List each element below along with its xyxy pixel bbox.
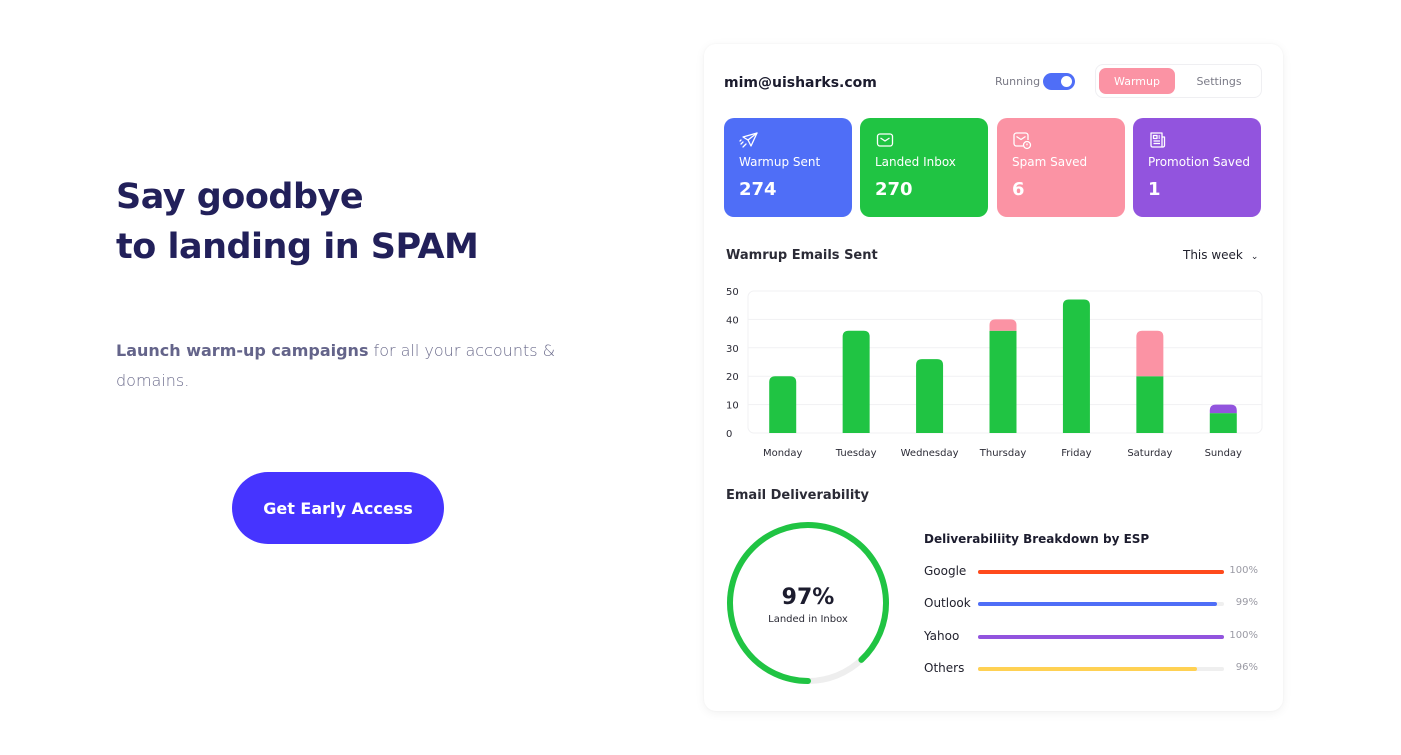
esp-track (978, 602, 1224, 606)
gauge-caption: Landed in Inbox (768, 614, 848, 625)
deliverability-gauge: 97% Landed in Inbox (727, 522, 889, 684)
stat-value: 1 (1148, 179, 1161, 200)
dashboard-card: mim@uisharks.com Running Warmup Settings… (704, 44, 1283, 711)
bar-segment-spam-saved (1136, 330, 1164, 377)
esp-fill-bar (978, 602, 1217, 606)
esp-row-google: Google 100% (924, 564, 1264, 580)
bar-segment-landed-inbox (1209, 413, 1237, 433)
esp-name: Yahoo (924, 629, 960, 643)
hero-subtitle-bold: Launch warm-up campaigns (116, 341, 369, 360)
get-early-access-button[interactable]: Get Early Access (232, 472, 444, 544)
stat-label: Warmup Sent (739, 155, 821, 169)
stat-card-warmup-sent[interactable]: Warmup Sent 274 (724, 118, 852, 217)
running-toggle[interactable] (1043, 73, 1075, 90)
hero-title: Say goodbye to landing in SPAM (116, 172, 479, 272)
stat-label: Landed Inbox (875, 155, 956, 169)
esp-name: Google (924, 564, 967, 578)
x-tick-label: Sunday (1205, 448, 1242, 459)
view-tabs: Warmup Settings (1095, 64, 1262, 98)
y-tick-label: 30 (726, 344, 739, 355)
x-tick-label: Thursday (979, 448, 1027, 459)
y-tick-label: 40 (726, 315, 739, 326)
bar-segment-landed-inbox (989, 330, 1017, 433)
esp-fill-bar (978, 570, 1224, 574)
stat-label: Spam Saved (1012, 155, 1088, 169)
bar-chart: 0 10 20 30 40 50 Monday Tuesday Wednesday Thursda… (726, 287, 1263, 459)
tab-warmup[interactable]: Warmup (1099, 68, 1175, 94)
paper-plane-icon (739, 132, 758, 148)
esp-percent: 99% (1235, 597, 1258, 608)
bar-segment-landed-inbox (916, 359, 944, 433)
y-tick-label: 10 (726, 401, 739, 412)
envelope-alert-icon (1013, 132, 1032, 150)
bar-segment-landed-inbox (1062, 299, 1090, 433)
account-email: mim@uisharks.com (724, 75, 877, 91)
tab-settings[interactable]: Settings (1182, 68, 1256, 94)
stat-label: Promotion Saved (1148, 155, 1250, 169)
period-select[interactable]: This week ⌄ (1183, 248, 1258, 262)
toggle-knob (1061, 76, 1072, 87)
bar-segment-landed-inbox (1136, 376, 1164, 433)
bar-segment-promotion-saved (1209, 404, 1237, 414)
hero-subtitle: Launch warm-up campaigns for all your ac… (116, 336, 556, 396)
status-label: Running (995, 75, 1041, 88)
bar-segment-landed-inbox (842, 330, 870, 433)
esp-track (978, 635, 1224, 639)
esp-percent: 100% (1229, 630, 1258, 641)
bar-segment-landed-inbox (769, 376, 797, 433)
y-tick-label: 0 (726, 429, 732, 440)
x-tick-label: Friday (1061, 448, 1091, 459)
esp-percent: 100% (1229, 565, 1258, 576)
esp-name: Outlook (924, 596, 971, 610)
y-tick-label: 50 (726, 287, 739, 298)
chevron-down-icon: ⌄ (1250, 252, 1259, 262)
chart-title: Wamrup Emails Sent (726, 248, 878, 263)
esp-row-yahoo: Yahoo 100% (924, 629, 1264, 645)
y-tick-label: 20 (726, 372, 739, 383)
x-tick-label: Tuesday (835, 448, 877, 459)
envelope-icon (876, 133, 894, 147)
hero-title-line-2: to landing in SPAM (116, 227, 479, 267)
stat-value: 270 (875, 179, 913, 200)
esp-fill-bar (978, 635, 1224, 639)
stat-card-landed-inbox[interactable]: Landed Inbox 270 (860, 118, 988, 217)
x-tick-label: Saturday (1127, 448, 1172, 459)
newspaper-icon (1150, 132, 1166, 148)
esp-track (978, 570, 1224, 574)
esp-name: Others (924, 661, 965, 675)
stat-card-spam-saved[interactable]: Spam Saved 6 (997, 118, 1125, 217)
esp-percent: 96% (1235, 662, 1258, 673)
stat-value: 6 (1012, 179, 1025, 200)
hero-title-line-1: Say goodbye (116, 177, 364, 217)
esp-row-outlook: Outlook 99% (924, 596, 1264, 612)
deliverability-title: Email Deliverability (726, 488, 869, 503)
x-tick-label: Wednesday (901, 448, 959, 459)
esp-row-others: Others 96% (924, 661, 1264, 677)
period-select-value: This week (1183, 248, 1243, 262)
stat-card-promotion-saved[interactable]: Promotion Saved 1 (1133, 118, 1261, 217)
gauge-value: 97% (782, 585, 835, 610)
esp-track (978, 667, 1224, 671)
esp-fill-bar (978, 667, 1197, 671)
stat-value: 274 (739, 179, 777, 200)
esp-title: Deliverabiliity Breakdown by ESP (924, 532, 1150, 546)
x-tick-label: Monday (763, 448, 803, 459)
bar-segment-spam-saved (989, 319, 1017, 331)
